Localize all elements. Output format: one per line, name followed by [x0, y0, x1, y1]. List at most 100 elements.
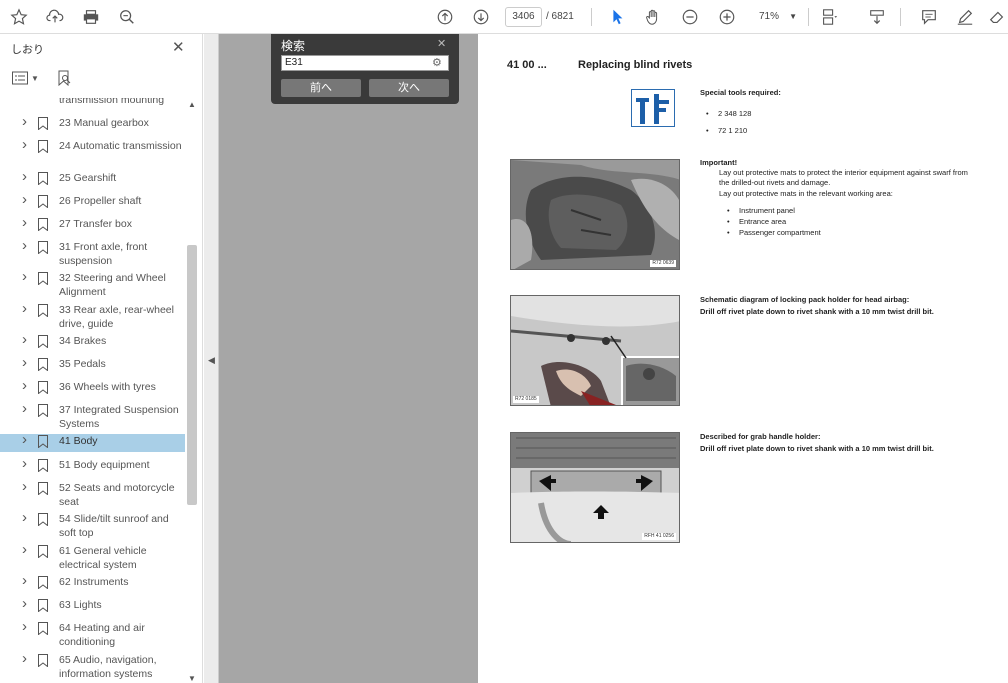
- bookmark-item[interactable]: › 35 Pedals: [0, 354, 185, 373]
- bookmark-item[interactable]: › 62 Instruments: [0, 572, 185, 591]
- bookmark-label: 37 Integrated Suspension Systems: [59, 404, 179, 430]
- zoom-in-icon[interactable]: [716, 6, 738, 28]
- section2-heading: Schematic diagram of locking pack holder…: [700, 295, 910, 304]
- chevron-right-icon[interactable]: ›: [22, 595, 27, 612]
- bookmark-item[interactable]: › 51 Body equipment: [0, 455, 185, 474]
- bookmark-icon: [38, 599, 48, 612]
- options-menu-icon[interactable]: ▼: [12, 68, 39, 88]
- bookmark-item[interactable]: › 54 Slide/tilt sunroof and soft top: [0, 509, 185, 540]
- close-icon[interactable]: ✕: [172, 38, 185, 56]
- chevron-right-icon[interactable]: ›: [22, 354, 27, 371]
- section3-text: Drill off rivet plate down to rivet shan…: [700, 444, 934, 453]
- bookmark-item[interactable]: › 34 Brakes: [0, 331, 185, 350]
- next-page-icon[interactable]: [470, 6, 492, 28]
- list-item: Entrance area: [721, 216, 881, 227]
- bookmark-item[interactable]: › 31 Front axle, front suspension: [0, 237, 185, 268]
- bookmark-icon: [38, 241, 48, 254]
- photo-id: RFH 41 0256: [642, 533, 676, 540]
- bookmark-icon: [38, 576, 48, 589]
- previous-page-icon[interactable]: [434, 6, 456, 28]
- list-item: Passenger compartment: [721, 227, 881, 238]
- bookmark-label: 25 Gearshift: [59, 172, 117, 184]
- bookmark-item[interactable]: › 63 Lights: [0, 595, 185, 614]
- bookmark-item[interactable]: › 32 Steering and Wheel Alignment: [0, 268, 185, 299]
- chevron-right-icon[interactable]: ›: [22, 237, 27, 254]
- scroll-mode-icon[interactable]: [866, 6, 888, 28]
- chevron-right-icon[interactable]: ›: [22, 168, 27, 185]
- sidebar-tools: ▼: [10, 68, 200, 90]
- bookmark-item[interactable]: › 36 Wheels with tyres: [0, 377, 185, 396]
- bookmark-item[interactable]: › 23 Manual gearbox: [0, 113, 185, 132]
- bookmark-item[interactable]: › 24 Automatic transmission: [0, 136, 185, 167]
- chevron-right-icon[interactable]: ›: [22, 509, 27, 526]
- bookmark-item[interactable]: › 65 Audio, navigation, information syste…: [0, 650, 185, 681]
- bookmark-label: 63 Lights: [59, 599, 102, 611]
- bookmark-search-icon[interactable]: [56, 68, 72, 88]
- zoom-search-icon[interactable]: [116, 6, 138, 28]
- scroll-down-icon[interactable]: ▼: [188, 674, 196, 683]
- bookmark-label: 33 Rear axle, rear-wheel drive, guide: [59, 304, 174, 330]
- section3-heading: Described for grab handle holder:: [700, 432, 821, 441]
- chevron-right-icon[interactable]: ›: [22, 136, 27, 153]
- list-item: 72 1 210: [700, 122, 820, 139]
- bookmark-icon: [38, 545, 48, 558]
- find-previous-button[interactable]: 前へ: [281, 79, 361, 97]
- zoom-out-icon[interactable]: [679, 6, 701, 28]
- chevron-right-icon[interactable]: ›: [22, 431, 27, 448]
- bookmark-item[interactable]: › 61 General vehicle electrical system: [0, 541, 185, 572]
- bookmark-item[interactable]: › 41 Body: [0, 431, 185, 452]
- upload-cloud-icon[interactable]: [44, 6, 66, 28]
- page-layout-icon[interactable]: [818, 6, 840, 28]
- chevron-right-icon[interactable]: ›: [22, 113, 27, 130]
- chevron-left-icon[interactable]: ◀: [208, 355, 215, 366]
- doc-section-code: 41 00 ...: [507, 59, 547, 71]
- chevron-right-icon[interactable]: ›: [22, 300, 27, 317]
- bookmark-item[interactable]: › 64 Heating and air conditioning: [0, 618, 185, 649]
- select-cursor-icon[interactable]: [606, 6, 628, 28]
- bookmark-icon: [38, 304, 48, 317]
- bookmark-label: 65 Audio, navigation, information system…: [59, 654, 157, 680]
- close-icon[interactable]: ✕: [437, 37, 446, 50]
- chevron-right-icon[interactable]: ›: [22, 331, 27, 348]
- chevron-right-icon[interactable]: ›: [22, 618, 27, 635]
- bookmark-item[interactable]: › 52 Seats and motorcycle seat: [0, 478, 185, 509]
- hand-tool-icon[interactable]: [642, 6, 664, 28]
- zoom-select[interactable]: 71% ▼: [749, 7, 803, 27]
- bookmark-item[interactable]: › 37 Integrated Suspension Systems: [0, 400, 185, 431]
- chevron-right-icon[interactable]: ›: [22, 455, 27, 472]
- chevron-right-icon[interactable]: ›: [22, 400, 27, 417]
- bookmark-item[interactable]: › 25 Gearshift: [0, 168, 185, 187]
- scroll-up-icon[interactable]: ▲: [188, 100, 196, 109]
- chevron-right-icon[interactable]: ›: [22, 191, 27, 208]
- find-input[interactable]: E31: [281, 55, 449, 71]
- bookmark-icon: [38, 459, 48, 472]
- list-item: Instrument panel: [721, 205, 881, 216]
- chevron-right-icon[interactable]: ›: [22, 268, 27, 285]
- find-next-button[interactable]: 次へ: [369, 79, 449, 97]
- bookmark-label: 23 Manual gearbox: [59, 117, 149, 129]
- chevron-right-icon[interactable]: ›: [22, 572, 27, 589]
- bookmark-icon: [38, 404, 48, 417]
- pen-draw-icon[interactable]: [954, 6, 976, 28]
- chevron-right-icon[interactable]: ›: [22, 214, 27, 231]
- chevron-right-icon[interactable]: ›: [22, 377, 27, 394]
- print-icon[interactable]: [80, 6, 102, 28]
- bookmark-star-icon[interactable]: [8, 6, 30, 28]
- chevron-right-icon[interactable]: ›: [22, 650, 27, 667]
- bookmark-icon: [38, 622, 48, 635]
- chevron-right-icon[interactable]: ›: [22, 541, 27, 558]
- document-page: 41 00 ... Replacing blind rivets Special…: [479, 34, 1008, 683]
- gear-icon[interactable]: ⚙: [432, 56, 442, 69]
- bookmark-item[interactable]: › 27 Transfer box: [0, 214, 185, 233]
- page-number-input[interactable]: 3406: [505, 7, 542, 27]
- bookmark-item[interactable]: › 26 Propeller shaft: [0, 191, 185, 210]
- page-total: / 6821: [546, 11, 574, 22]
- scrollbar-thumb[interactable]: [187, 245, 197, 505]
- bookmark-item[interactable]: transmission mounting: [0, 98, 185, 112]
- chevron-right-icon[interactable]: ›: [22, 478, 27, 495]
- sidebar-title: しおり: [11, 44, 44, 56]
- comment-icon[interactable]: [918, 6, 940, 28]
- eraser-icon[interactable]: [986, 6, 1008, 28]
- sidebar-scrollbar[interactable]: ▲ ▼: [186, 100, 198, 683]
- bookmark-item[interactable]: › 33 Rear axle, rear-wheel drive, guide: [0, 300, 185, 331]
